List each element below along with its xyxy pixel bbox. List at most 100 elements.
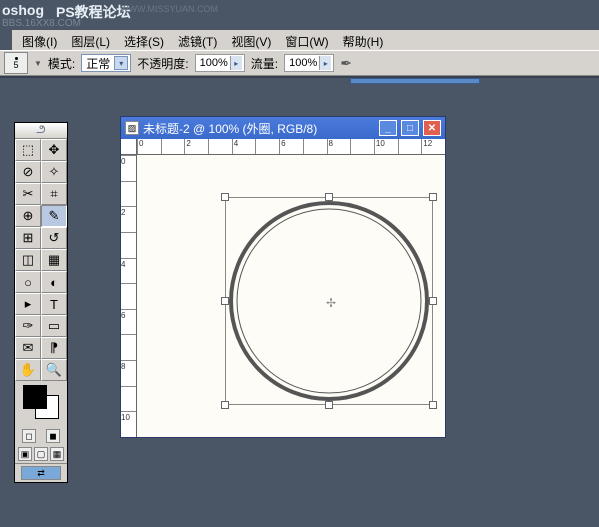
airbrush-icon[interactable]: ✒ (340, 55, 360, 71)
ruler-tick (121, 386, 136, 412)
transform-handle-bl[interactable] (221, 401, 229, 409)
jump-to-imageready[interactable]: ⇄ (21, 466, 61, 480)
ruler-tick: 2 (121, 206, 136, 232)
shape-tool[interactable]: ▭ (41, 315, 67, 337)
document-title: 未标题-2 @ 100% (外圈, RGB/8) (143, 120, 375, 137)
eraser-tool[interactable]: ◫ (15, 249, 41, 271)
opacity-value: 100% (200, 57, 228, 69)
document-window: ▨ 未标题-2 @ 100% (外圈, RGB/8) _ □ ✕ 0 2 4 6 8 10… (120, 116, 446, 438)
ruler-tick (303, 139, 327, 154)
opacity-label: 不透明度: (137, 55, 188, 72)
ruler-tick (208, 139, 232, 154)
menu-view[interactable]: 视图(V) (225, 32, 277, 48)
flow-value: 100% (289, 57, 317, 69)
title-bar[interactable]: ▨ 未标题-2 @ 100% (外圈, RGB/8) _ □ ✕ (121, 117, 445, 139)
brush-tool[interactable]: ✎ (41, 205, 67, 227)
ruler-tick (161, 139, 185, 154)
transform-handle-ml[interactable] (221, 297, 229, 305)
heal-tool[interactable]: ⊕ (15, 205, 41, 227)
transform-handle-tl[interactable] (221, 193, 229, 201)
quickmask-off[interactable]: ◻ (22, 429, 36, 443)
type-tool[interactable]: T (41, 293, 67, 315)
ruler-tick: 4 (232, 139, 256, 154)
separator (0, 76, 599, 78)
close-button[interactable]: ✕ (423, 120, 441, 136)
transform-handle-mr[interactable] (429, 297, 437, 305)
screen-std[interactable]: ▣ (18, 447, 32, 461)
transform-handle-br[interactable] (429, 401, 437, 409)
ruler-tick: 12 (421, 139, 445, 154)
maximize-button[interactable]: □ (401, 120, 419, 136)
flow-input[interactable]: 100% ▸ (284, 54, 334, 72)
marquee-tool[interactable]: ⬚ (15, 139, 41, 161)
ruler-tick: 6 (279, 139, 303, 154)
crop-tool[interactable]: ✂ (15, 183, 41, 205)
gradient-tool[interactable]: ▦ (41, 249, 67, 271)
chevron-down-icon: ▾ (114, 56, 128, 70)
dodge-tool[interactable]: ◐ (41, 271, 67, 293)
menu-filter[interactable]: 滤镜(T) (172, 32, 223, 48)
color-swatches[interactable] (15, 381, 67, 427)
ruler-tick: 4 (121, 258, 136, 284)
mode-value: 正常 (86, 55, 110, 72)
arrow-right-icon: ▸ (319, 56, 331, 70)
stamp-tool[interactable]: ⊞ (15, 227, 41, 249)
eyedropper-tool[interactable]: ⁋ (41, 337, 67, 359)
quickmask-on[interactable]: ◼ (46, 429, 60, 443)
ruler-tick: 0 (121, 155, 136, 181)
ruler-tick: 2 (184, 139, 208, 154)
ruler-tick (121, 334, 136, 360)
options-bar: 5 ▼ 模式: 正常 ▾ 不透明度: 100% ▸ 流量: 100% ▸ ✒ (0, 50, 599, 76)
ruler-tick (121, 232, 136, 258)
hand-tool[interactable]: ✋ (15, 359, 41, 381)
opacity-input[interactable]: 100% ▸ (195, 54, 245, 72)
lasso-tool[interactable]: ⊘ (15, 161, 41, 183)
horizontal-ruler[interactable]: 0 2 4 6 8 10 12 (137, 139, 445, 155)
panel-tab-strip[interactable] (350, 78, 480, 84)
brush-preset-picker[interactable]: 5 (4, 52, 28, 74)
move-tool[interactable]: ✥ (41, 139, 67, 161)
arrow-right-icon: ▸ (230, 56, 242, 70)
watermark-url: WWW.MISSYUAN.COM (120, 4, 218, 14)
chevron-down-icon[interactable]: ▼ (34, 59, 42, 68)
transform-handle-tr[interactable] (429, 193, 437, 201)
pen-tool[interactable]: ✑ (15, 315, 41, 337)
history-brush-tool[interactable]: ↺ (41, 227, 67, 249)
notes-tool[interactable]: ✉ (15, 337, 41, 359)
mode-dropdown[interactable]: 正常 ▾ (81, 54, 131, 72)
transform-handle-bm[interactable] (325, 401, 333, 409)
screen-full[interactable]: ▦ (50, 447, 64, 461)
menu-select[interactable]: 选择(S) (118, 32, 170, 48)
flow-label: 流量: (251, 55, 278, 72)
vertical-ruler[interactable]: 0246810 (121, 155, 137, 437)
path-tool[interactable]: ▸ (15, 293, 41, 315)
ruler-tick: 6 (121, 309, 136, 335)
ruler-tick: 10 (121, 411, 136, 437)
wand-tool[interactable]: ✧ (41, 161, 67, 183)
ruler-tick: 10 (374, 139, 398, 154)
blur-tool[interactable]: ○ (15, 271, 41, 293)
menubar: 图像(I) 图层(L) 选择(S) 滤镜(T) 视图(V) 窗口(W) 帮助(H… (12, 30, 599, 50)
ruler-tick: 8 (327, 139, 351, 154)
ruler-tick (121, 283, 136, 309)
feather-icon: ౨ (36, 122, 45, 139)
ruler-origin[interactable] (121, 139, 137, 155)
ruler-tick: 0 (137, 139, 161, 154)
minimize-button[interactable]: _ (379, 120, 397, 136)
menu-image[interactable]: 图像(I) (16, 32, 63, 48)
zoom-tool[interactable]: 🔍 (41, 359, 67, 381)
slice-tool[interactable]: ⌗ (41, 183, 67, 205)
ruler-tick (350, 139, 374, 154)
document-icon: ▨ (125, 121, 139, 135)
mode-label: 模式: (48, 55, 75, 72)
canvas[interactable]: ✢ (137, 155, 445, 437)
menu-help[interactable]: 帮助(H) (337, 32, 390, 48)
menu-layer[interactable]: 图层(L) (65, 32, 116, 48)
toolbox-header[interactable]: ౨ (15, 123, 67, 139)
transform-center-icon[interactable]: ✢ (325, 297, 337, 309)
watermark-sub: BBS.16XX8.COM (2, 18, 81, 29)
foreground-color[interactable] (23, 385, 47, 409)
transform-handle-tm[interactable] (325, 193, 333, 201)
screen-full-menu[interactable]: ▢ (34, 447, 48, 461)
menu-window[interactable]: 窗口(W) (279, 32, 334, 48)
